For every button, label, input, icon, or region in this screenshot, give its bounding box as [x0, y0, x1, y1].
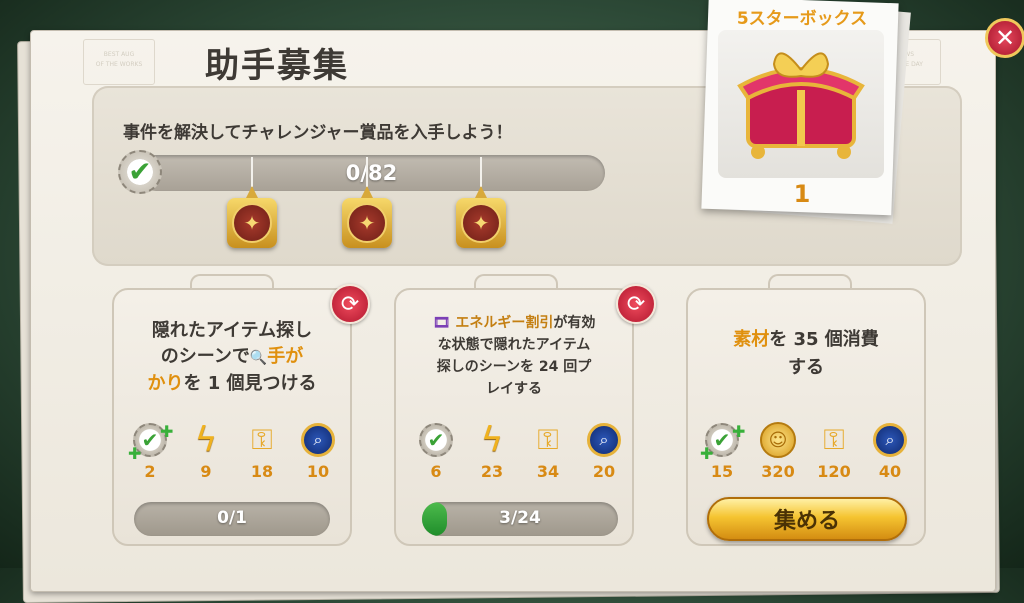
milestone-tick — [251, 157, 253, 187]
close-button[interactable]: ✕ — [985, 18, 1024, 58]
reward-item: ⚿ 18 — [250, 423, 274, 481]
task-progress-bar-2: 3/24 — [422, 502, 618, 536]
reward-item: ⌕ 20 — [576, 420, 632, 481]
milestone-reward-1[interactable]: ✦ — [227, 186, 277, 248]
task-description-3: 素材を 35 個消費 する — [733, 329, 879, 378]
energy-bolt-icon: ϟ — [194, 420, 218, 460]
wind-up-key-icon: ⚿ — [537, 423, 559, 456]
magnifier-medal-icon: ⌕ — [301, 423, 335, 457]
reward-title: 5スターボックス — [736, 9, 868, 29]
task-progress-bar-1: 0/1 — [134, 502, 330, 536]
reward-item: ⌕ 40 — [862, 420, 918, 481]
milestone-reward-2[interactable]: ✦ — [342, 186, 392, 248]
task-rewards-3: ✔ ✚ ✚ 15 ☺ 320 ⚿ 120 ⌕ 40 — [694, 420, 918, 481]
collect-button[interactable]: 集める — [707, 497, 907, 541]
wind-up-key-icon: ⚿ — [823, 423, 845, 456]
check-badge-icon: ✔ — [118, 150, 162, 194]
reward-count: 1 — [793, 180, 811, 208]
milestone-tick — [366, 157, 368, 187]
stamp-decoration: BEST AUG OF THE WORKS — [83, 39, 155, 85]
task-rewards-2: ✔ 6 ϟ 23 ⚿ 34 ⌕ 20 — [408, 420, 632, 481]
milestone-tick — [480, 157, 482, 187]
energy-bolt-icon: ϟ — [480, 420, 504, 460]
treasure-chest-icon — [718, 30, 884, 178]
close-icon: ✕ — [994, 24, 1016, 52]
reward-item: ☺ 320 — [750, 420, 806, 481]
magnifier-medal-icon: ⌕ — [873, 423, 907, 457]
compass-star-icon: ✦ — [347, 203, 387, 243]
reward-item: ⚿ 120 — [817, 423, 851, 481]
reward-item: ✔ 6 — [408, 420, 464, 481]
gold-coin-icon: ☺ — [760, 422, 796, 458]
magnifier-medal-icon: ⌕ — [587, 423, 621, 457]
check-badge-icon: ✔ — [419, 423, 453, 457]
reward-item: ⌕ 10 — [290, 420, 346, 481]
reward-item: ϟ 23 — [480, 420, 504, 481]
refresh-icon: ⟳ — [340, 291, 360, 317]
compass-star-icon: ✦ — [232, 203, 272, 243]
reward-item: ✔ ✚ ✚ 2 — [128, 422, 174, 481]
magnifier-icon: 🔍 — [249, 350, 268, 366]
compass-star-icon: ✦ — [461, 203, 501, 243]
film-reel-icon: 🎞 — [432, 315, 451, 331]
page-title: 助手募集 — [205, 46, 349, 86]
reward-item: ϟ 9 — [194, 420, 218, 481]
reward-item: ⚿ 34 — [536, 423, 560, 481]
task-description-2: 🎞 エネルギー割引が有効 な状態で隠れたアイテム 探しのシーンを 24 回プ レ… — [432, 315, 596, 397]
reward-item: ✔ ✚ ✚ 15 — [700, 422, 746, 481]
milestone-reward-3[interactable]: ✦ — [456, 186, 506, 248]
challenge-progress-text: 0/82 — [345, 161, 398, 185]
task-rewards-1: ✔ ✚ ✚ 2 ϟ 9 ⚿ 18 ⌕ 10 — [122, 420, 346, 481]
wind-up-key-icon: ⚿ — [251, 423, 273, 456]
task-description-1: 隠れたアイテム探し のシーンで🔍手が かりを 1 個見つける — [147, 320, 317, 394]
challenge-subtitle: 事件を解決してチャレンジャー賞品を入手しよう！ — [123, 123, 513, 143]
